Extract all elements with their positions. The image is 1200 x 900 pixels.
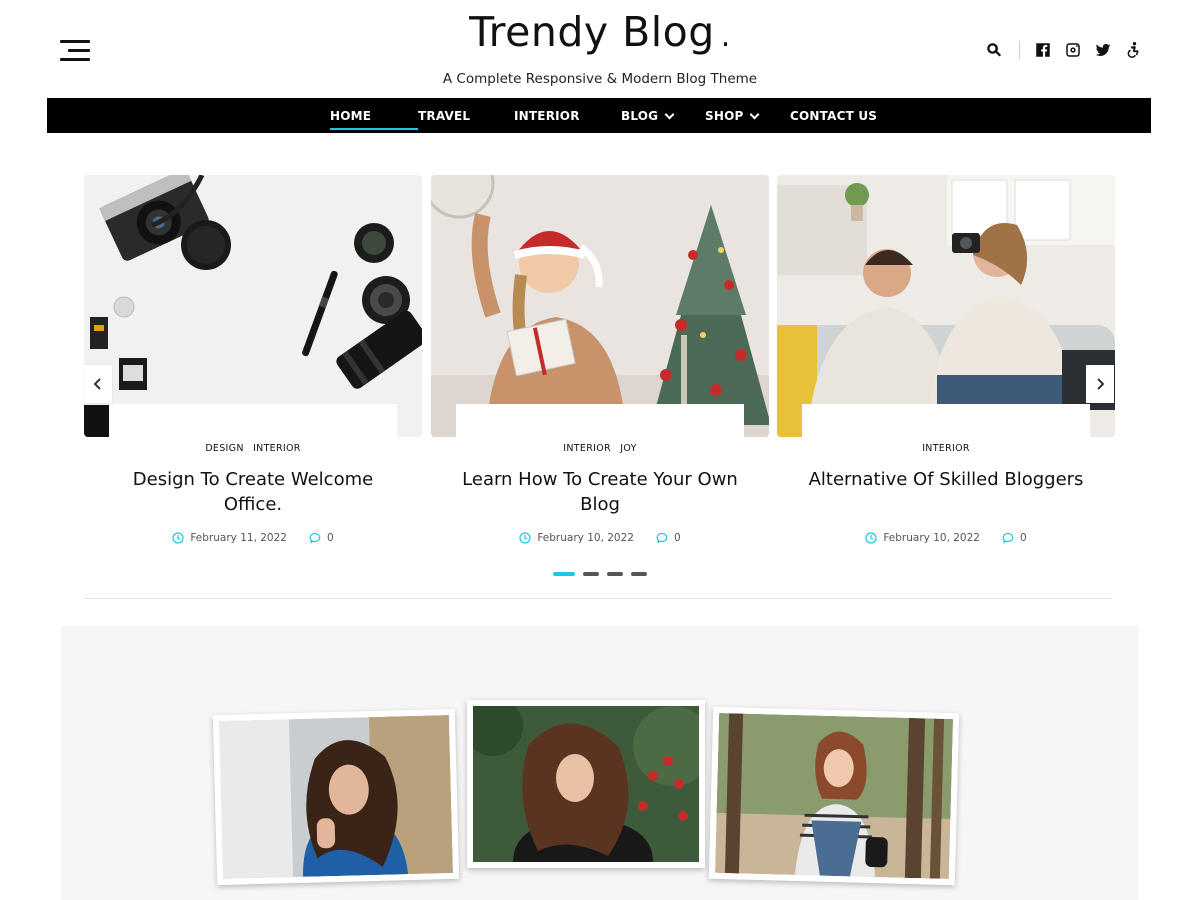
site-title-dot: . xyxy=(720,19,731,54)
section-divider xyxy=(84,598,1112,599)
comment-count[interactable]: 0 xyxy=(1020,532,1027,544)
slide-caption-box xyxy=(456,404,744,444)
slide-meta: February 10, 2022 0 xyxy=(777,532,1115,544)
slide-meta: February 10, 2022 0 xyxy=(431,532,769,544)
nav-menu: HOME TRAVEL INTERIOR BLOG SHOP CONTACT U… xyxy=(330,98,877,133)
pagination-dot-active[interactable] xyxy=(553,572,575,576)
clock-icon xyxy=(172,532,184,544)
slide-image-christmas-woman[interactable] xyxy=(431,175,769,437)
gallery-photo[interactable] xyxy=(212,708,460,886)
facebook-icon[interactable] xyxy=(1032,39,1054,61)
photo-gallery xyxy=(61,626,1138,900)
slide-caption-box xyxy=(109,404,397,444)
slide-title[interactable]: Alternative Of Skilled Bloggers xyxy=(797,467,1095,492)
slide-categories: INTERIOR xyxy=(777,443,1115,454)
post-date[interactable]: February 11, 2022 xyxy=(190,532,287,544)
slide-meta: February 11, 2022 0 xyxy=(84,532,422,544)
post-date[interactable]: February 10, 2022 xyxy=(883,532,980,544)
site-header: Trendy Blog. A Complete Responsive & Mod… xyxy=(0,0,1200,98)
nav-item-contact-us[interactable]: CONTACT US xyxy=(790,109,877,123)
category-link[interactable]: JOY xyxy=(620,443,636,454)
nav-item-interior[interactable]: INTERIOR xyxy=(514,109,621,123)
chevron-down-icon xyxy=(750,109,760,119)
comment-icon xyxy=(656,532,668,544)
comment-count[interactable]: 0 xyxy=(674,532,681,544)
post-date[interactable]: February 10, 2022 xyxy=(537,532,634,544)
twitter-icon[interactable] xyxy=(1092,39,1114,61)
category-link[interactable]: INTERIOR xyxy=(253,443,301,454)
slider-next-button[interactable] xyxy=(1086,365,1114,403)
comment-count[interactable]: 0 xyxy=(327,532,334,544)
pagination-dot[interactable] xyxy=(607,572,623,576)
clock-icon xyxy=(865,532,877,544)
slide-categories: DESIGN INTERIOR xyxy=(84,443,422,454)
clock-icon xyxy=(519,532,531,544)
slide-title[interactable]: Design To Create Welcome Office. xyxy=(104,467,402,517)
header-separator xyxy=(1019,41,1020,59)
comment-icon xyxy=(309,532,321,544)
nav-item-shop[interactable]: SHOP xyxy=(705,109,790,123)
accessibility-icon[interactable] xyxy=(1122,39,1144,61)
comment-icon xyxy=(1002,532,1014,544)
pagination-dot[interactable] xyxy=(631,572,647,576)
slide-image-couple-photo[interactable] xyxy=(777,175,1115,437)
slide-image-camera-gear[interactable] xyxy=(84,175,422,437)
gallery-photo[interactable] xyxy=(708,706,960,886)
slide-categories: INTERIOR JOY xyxy=(431,443,769,454)
category-link[interactable]: INTERIOR xyxy=(922,443,970,454)
chevron-left-icon xyxy=(93,378,101,390)
slider-prev-button[interactable] xyxy=(84,365,112,403)
chevron-down-icon xyxy=(664,109,675,119)
pagination-dot[interactable] xyxy=(583,572,599,576)
category-link[interactable]: INTERIOR xyxy=(563,443,611,454)
slide-title[interactable]: Learn How To Create Your Own Blog xyxy=(451,467,749,517)
social-links xyxy=(1032,39,1144,61)
featured-slider: DESIGN INTERIOR Design To Create Welcome… xyxy=(84,175,1116,585)
category-link[interactable]: DESIGN xyxy=(205,443,243,454)
slide-caption-box xyxy=(802,404,1090,444)
nav-item-travel[interactable]: TRAVEL xyxy=(418,109,514,123)
main-navigation: HOME TRAVEL INTERIOR BLOG SHOP CONTACT U… xyxy=(47,98,1151,133)
nav-item-blog[interactable]: BLOG xyxy=(621,109,705,123)
slider-pagination xyxy=(84,572,1116,576)
chevron-right-icon xyxy=(1097,378,1105,390)
site-tagline: A Complete Responsive & Modern Blog Them… xyxy=(442,71,758,87)
nav-item-home[interactable]: HOME xyxy=(330,109,418,130)
instagram-icon[interactable] xyxy=(1062,39,1084,61)
gallery-photo[interactable] xyxy=(467,700,705,868)
header-icons xyxy=(983,38,1144,62)
search-icon[interactable] xyxy=(983,39,1005,61)
